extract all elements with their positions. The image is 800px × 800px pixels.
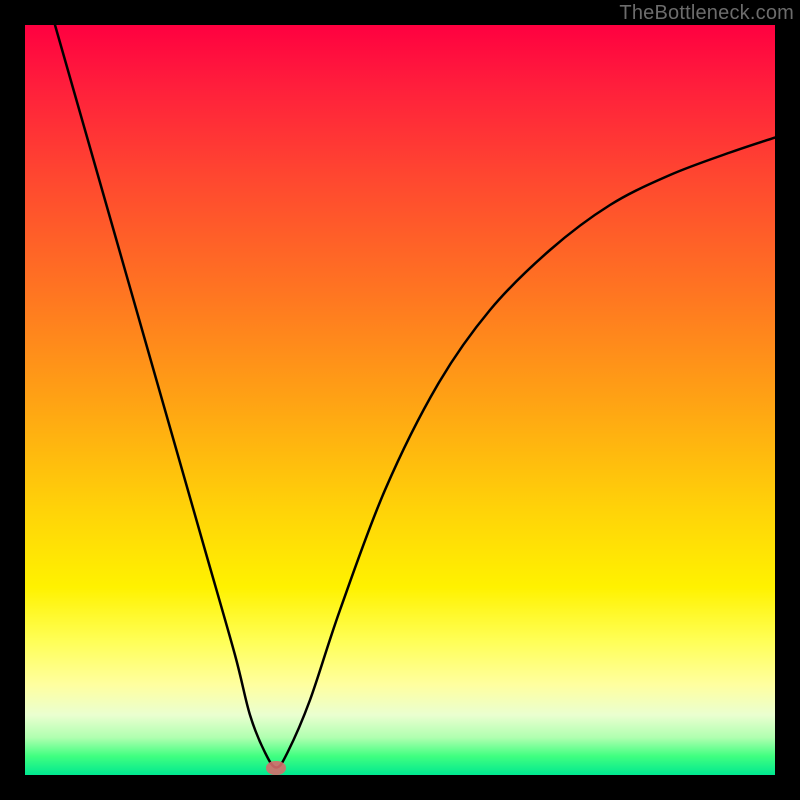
optimal-point-marker bbox=[266, 761, 286, 775]
bottleneck-curve bbox=[55, 25, 775, 768]
watermark-text: TheBottleneck.com bbox=[619, 2, 794, 25]
plot-area bbox=[25, 25, 775, 775]
chart-stage: TheBottleneck.com bbox=[0, 0, 800, 800]
curve-svg bbox=[25, 25, 775, 775]
